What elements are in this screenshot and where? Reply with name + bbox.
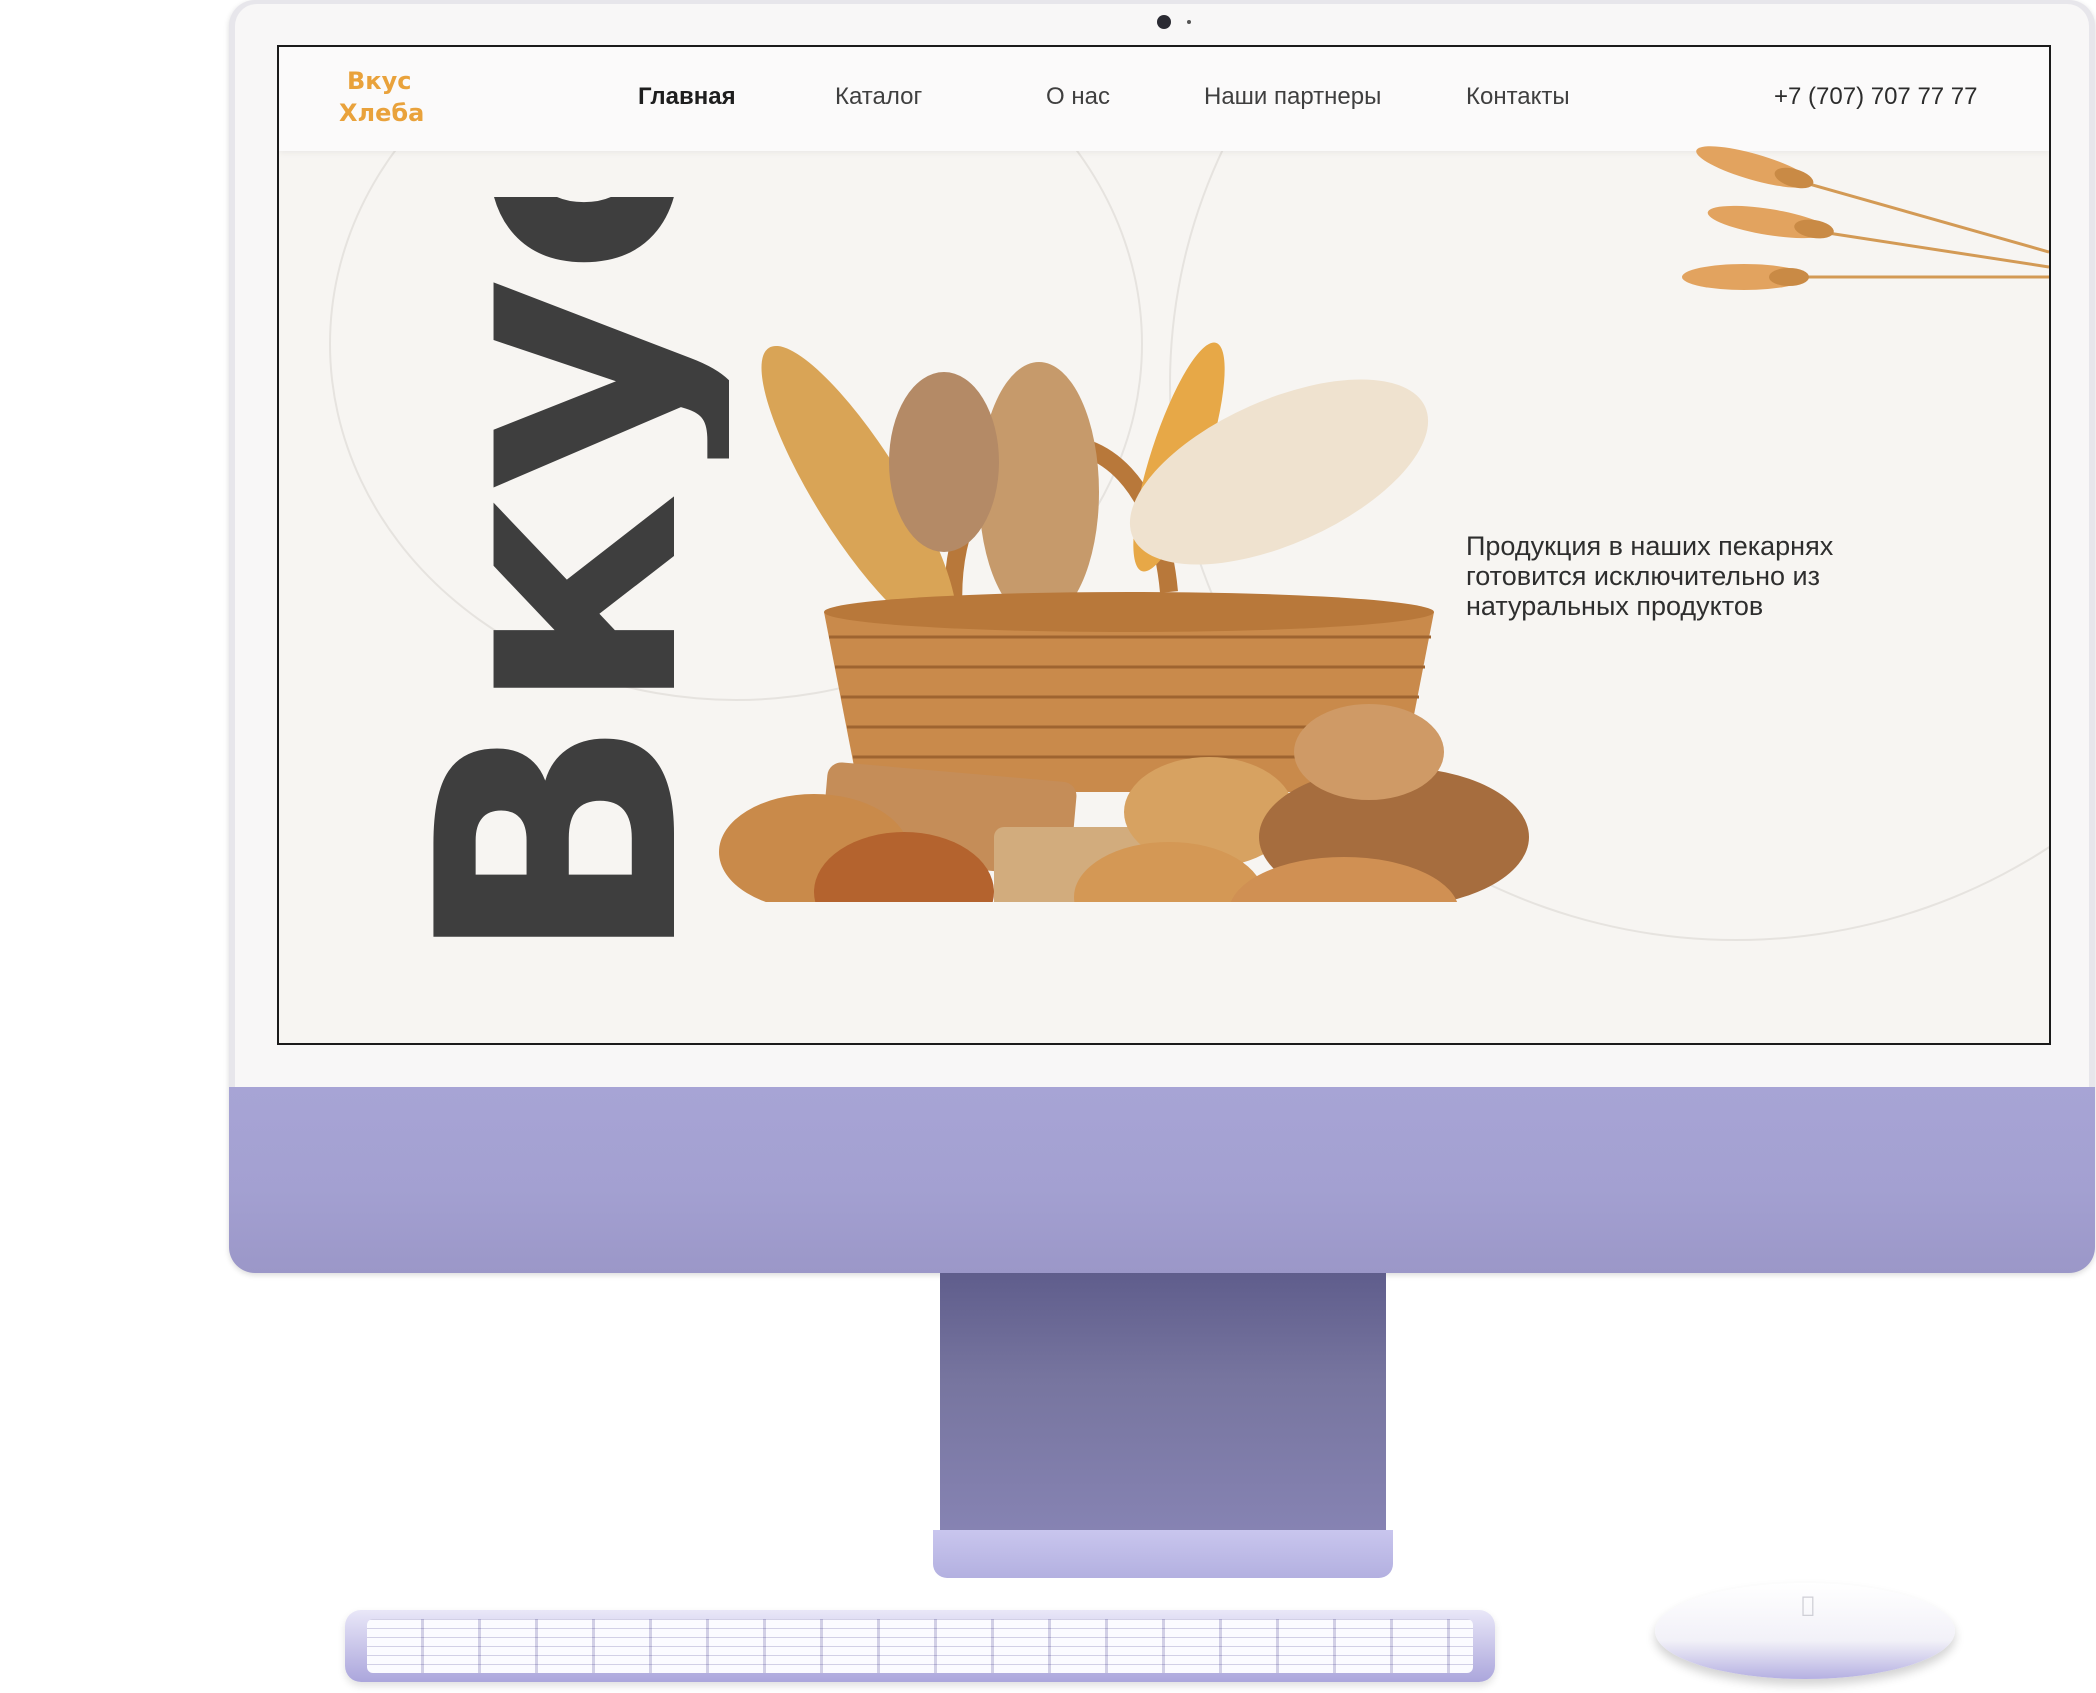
nav-contacts[interactable]: Контакты bbox=[1466, 83, 1570, 111]
website-screen: Вкус Хлеба Главная Каталог О нас Наши па… bbox=[277, 45, 2051, 1045]
monitor-chin bbox=[229, 1087, 2095, 1273]
hero-big-word: Вкус bbox=[368, 197, 729, 967]
wheat-ears-icon bbox=[1682, 146, 2049, 290]
keyboard bbox=[345, 1610, 1495, 1682]
logo[interactable]: Вкус bbox=[347, 67, 411, 95]
hero-tagline: Продукция в наших пекарнях готовится иск… bbox=[1466, 531, 1886, 621]
camera-icon bbox=[1157, 15, 1171, 29]
nav-home[interactable]: Главная bbox=[638, 83, 736, 111]
nav-partners[interactable]: Наши партнеры bbox=[1204, 83, 1381, 111]
phone-number[interactable]: +7 (707) 707 77 77 bbox=[1774, 83, 1978, 111]
bread-basket-image bbox=[719, 342, 1529, 902]
monitor-stand bbox=[940, 1273, 1386, 1541]
tagline-line-2: готовится исключительно из bbox=[1466, 561, 1821, 591]
tagline-line-3: натуральных продуктов bbox=[1466, 591, 1764, 621]
apple-logo-icon:  bbox=[1795, 1595, 1821, 1617]
keyboard-keys bbox=[367, 1619, 1473, 1673]
logo-subtitle[interactable]: Хлеба bbox=[339, 99, 424, 127]
monitor-stand-foot bbox=[933, 1530, 1393, 1578]
nav-about[interactable]: О нас bbox=[1046, 83, 1110, 111]
hero-big-word-text: Вкус bbox=[368, 197, 729, 967]
nav-catalog[interactable]: Каталог bbox=[835, 83, 922, 111]
tagline-line-1: Продукция в наших пекарнях bbox=[1466, 531, 1834, 561]
sensor-icon bbox=[1187, 20, 1191, 24]
